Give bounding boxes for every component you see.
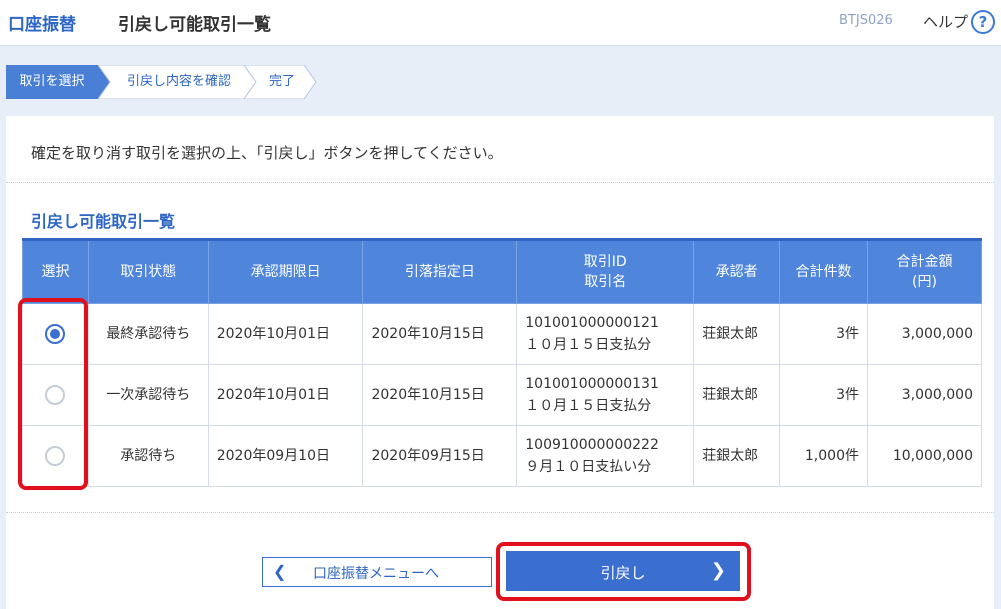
status-cell: 一次承認待ち <box>87 364 209 426</box>
column-header-select: 選択 <box>22 238 89 304</box>
pullback-button[interactable]: 引戻し ❯ <box>506 551 740 591</box>
step-label: 完了 <box>268 74 295 89</box>
table-row[interactable]: 一次承認待ち 2020年10月01日 2020年10月15日 101001000… <box>22 364 983 426</box>
help-link[interactable]: ヘルプ <box>923 11 968 32</box>
chevron-left-icon: ❮ <box>273 564 287 581</box>
approver-cell: 荘銀太郎 <box>693 303 781 365</box>
column-header-approver: 承認者 <box>693 238 781 304</box>
back-button-label: 口座振替メニューへ <box>313 565 439 581</box>
section-title: 引戻し可能取引一覧 <box>31 212 176 231</box>
debit-date-cell: 2020年09月15日 <box>362 425 518 487</box>
table-row[interactable]: 最終承認待ち 2020年10月01日 2020年10月15日 101001000… <box>22 303 983 365</box>
step-confirm: 引戻し内容を確認 <box>98 65 258 99</box>
table-header-row: 選択 取引状態 承認期限日 引落指定日 取引ID 取引名 承認者 合計件数 合計… <box>22 238 983 304</box>
column-header-total-amount: 合計金額 (円) <box>866 238 983 304</box>
status-cell: 最終承認待ち <box>87 303 209 365</box>
divider <box>6 182 994 183</box>
column-header-amount-unit: (円) <box>912 274 937 290</box>
debit-date-cell: 2020年10月15日 <box>362 303 518 365</box>
back-to-menu-button[interactable]: ❮ 口座振替メニューへ <box>262 557 492 587</box>
radio-highlight-box <box>18 298 88 490</box>
step-select-transaction: 取引を選択 <box>6 65 110 99</box>
count-cell: 3件 <box>779 364 868 426</box>
step-label: 取引を選択 <box>19 74 85 89</box>
chevron-right-icon: ❯ <box>710 560 726 580</box>
transaction-table: 選択 取引状態 承認期限日 引落指定日 取引ID 取引名 承認者 合計件数 合計… <box>22 238 983 487</box>
column-header-approval-deadline: 承認期限日 <box>207 238 364 304</box>
transaction-cell: 100910000000222 ９月１０日支払い分 <box>516 425 695 487</box>
step-complete: 完了 <box>244 65 318 99</box>
column-header-amount: 合計金額 <box>896 254 953 270</box>
amount-cell: 3,000,000 <box>866 303 983 365</box>
pullback-button-label: 引戻し <box>600 565 646 582</box>
table-row[interactable]: 承認待ち 2020年09月10日 2020年09月15日 10091000000… <box>22 425 983 487</box>
approval-deadline-cell: 2020年10月01日 <box>207 303 364 365</box>
tx-id: 101001000000131 <box>525 376 659 392</box>
screen-id: BTJS026 <box>839 13 893 28</box>
column-header-total-count: 合計件数 <box>779 238 868 304</box>
count-cell: 3件 <box>779 303 868 365</box>
column-header-status: 取引状態 <box>87 238 209 304</box>
approval-deadline-cell: 2020年10月01日 <box>207 364 364 426</box>
column-header-debit-date: 引落指定日 <box>362 238 518 304</box>
amount-cell: 10,000,000 <box>866 425 983 487</box>
column-header-tx-id: 取引ID <box>583 254 627 270</box>
approval-deadline-cell: 2020年09月10日 <box>207 425 364 487</box>
count-cell: 1,000件 <box>779 425 868 487</box>
divider <box>6 512 994 513</box>
instruction-text: 確定を取り消す取引を選択の上、「引戻し」ボタンを押してください。 <box>31 144 503 162</box>
status-cell: 承認待ち <box>87 425 209 487</box>
tx-id: 101001000000121 <box>525 315 659 331</box>
approver-cell: 荘銀太郎 <box>693 364 781 426</box>
amount-cell: 3,000,000 <box>866 364 983 426</box>
tx-name: １０月１５日支払分 <box>525 337 652 353</box>
step-label: 引戻し内容を確認 <box>126 74 231 89</box>
tx-name: ９月１０日支払い分 <box>525 459 652 475</box>
debit-date-cell: 2020年10月15日 <box>362 364 518 426</box>
transaction-cell: 101001000000121 １０月１５日支払分 <box>516 303 695 365</box>
tx-name: １０月１５日支払分 <box>525 398 652 414</box>
app-brand: 口座振替 <box>8 15 76 35</box>
column-header-transaction: 取引ID 取引名 <box>516 238 695 304</box>
help-icon[interactable]: ? <box>971 10 995 34</box>
approver-cell: 荘銀太郎 <box>693 425 781 487</box>
column-header-tx-name: 取引名 <box>584 274 627 290</box>
app-header: 口座振替 引戻し可能取引一覧 BTJS026 ヘルプ ? <box>0 0 1001 46</box>
main-panel: 確定を取り消す取引を選択の上、「引戻し」ボタンを押してください。 引戻し可能取引… <box>6 116 994 609</box>
transaction-cell: 101001000000131 １０月１５日支払分 <box>516 364 695 426</box>
page-title: 引戻し可能取引一覧 <box>118 15 271 35</box>
tx-id: 100910000000222 <box>525 437 659 453</box>
